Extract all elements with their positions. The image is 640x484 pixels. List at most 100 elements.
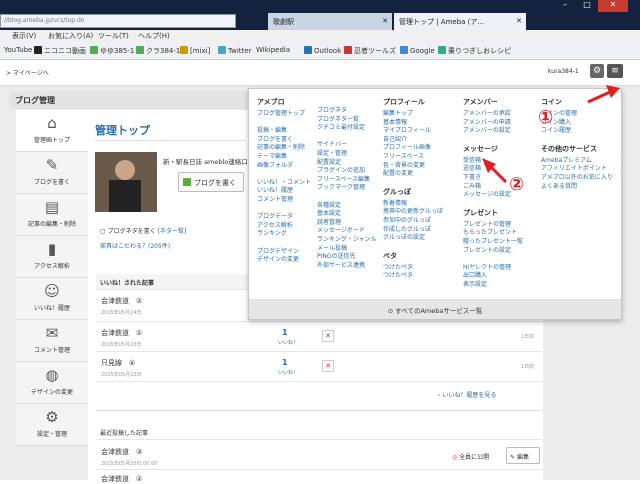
menu-link[interactable]: 携帯中の更新グルっぽ (383, 208, 443, 217)
liked-article-row[interactable]: 只見線 ④ 2015年05月22日 1 いいね！ ✕ 1日前 (96, 352, 542, 382)
menu-icon[interactable]: ≡ (607, 64, 623, 78)
sidebar-item-settings[interactable]: ⚙ 設定・管理 (16, 404, 88, 446)
close-icon[interactable]: ✕ (382, 17, 388, 25)
sidebar-item-top[interactable]: ⌂ 管理画トップ (16, 110, 88, 152)
bookmark-niconico[interactable]: ニコニコ動画 (34, 46, 86, 56)
menu-link[interactable]: プラグインの追加 (317, 167, 377, 176)
menu-link[interactable]: メッセージボード (317, 227, 377, 236)
menu-link[interactable]: 各種設定 (317, 202, 377, 211)
menu-link[interactable]: サイドバー (317, 141, 377, 150)
menu-link[interactable]: ブックマーク管理 (317, 184, 377, 193)
menu-link[interactable]: いいね！・コメント (257, 179, 311, 188)
bookmark-youtube[interactable]: YouTube (4, 46, 32, 54)
neta-list-link[interactable]: [ネタ一覧] (158, 228, 187, 235)
minimize-icon[interactable]: – (554, 0, 576, 12)
menu-link[interactable]: コメント管理 (257, 196, 311, 205)
menu-link[interactable]: ブログネタ一覧 (317, 116, 377, 125)
menu-tools[interactable]: ツール(T) (98, 31, 129, 41)
menu-link[interactable]: いいね！履歴 (257, 187, 311, 196)
bookmark-mixi[interactable]: [mixi] (180, 46, 210, 55)
menu-link[interactable]: ランキング (257, 230, 311, 239)
bookmark-google[interactable]: Google (400, 46, 435, 55)
bookmark-ninja[interactable]: 忍者ツールズ (344, 46, 396, 56)
breadcrumb[interactable]: > マイページへ (6, 68, 49, 77)
menu-link[interactable]: プログデザイン (257, 248, 311, 257)
arrow-2-shaft (488, 164, 508, 184)
menu-link[interactable]: PINGの送信先 (317, 253, 377, 262)
bookmark-yuyu[interactable]: ゆゆ385-1 (90, 46, 134, 56)
menu-link[interactable]: プログデータ (257, 213, 311, 222)
divider (96, 410, 542, 411)
menu-link[interactable]: マイプロフィール (383, 127, 443, 136)
menu-link[interactable]: デザインの変更 (257, 256, 311, 265)
browser-tab-1[interactable]: 歌劇駅 ✕ (268, 13, 392, 30)
window-close-icon[interactable]: ✕ (598, 0, 628, 12)
menu-link[interactable]: グルっぽの設定 (383, 234, 443, 243)
menu-spacer (257, 170, 311, 179)
profile-photo[interactable] (95, 152, 157, 212)
settings-gear-icon[interactable]: ⚙ (590, 64, 604, 78)
menu-link[interactable]: 表示設定 (463, 281, 523, 290)
menu-spacer (257, 205, 311, 214)
sidebar-item-label: コメント管理 (33, 347, 70, 354)
menu-link[interactable]: テーマ編集 (257, 153, 311, 162)
menu-link[interactable]: もらったプレゼント (463, 229, 523, 238)
bookmark-norikae[interactable]: 乗りつぎしおレシピ (438, 46, 511, 56)
sidebar-item-likes[interactable]: ☺ いいね！履歴 (16, 278, 88, 320)
close-icon[interactable]: ✕ (516, 17, 522, 25)
menu-link[interactable]: つけたペタ (383, 272, 443, 281)
liked-article-row[interactable]: 会津鉄道 ① 2015年05月23日 1 いいね！ ✕ 1日前 (96, 322, 542, 352)
menu-link[interactable]: 外部サービス連携 (317, 262, 377, 271)
all-services-link[interactable]: ⊙ すべてのAmebaサービス一覧 (249, 299, 621, 319)
menu-link[interactable]: 配置の変更 (383, 170, 443, 179)
menu-link[interactable]: 配置設定 (317, 159, 377, 168)
edit-button[interactable]: ✎ 編集 (506, 447, 540, 464)
menu-link[interactable]: メール投稿 (317, 245, 377, 254)
menu-link[interactable]: 色・背景の変更 (383, 162, 443, 171)
address-bar[interactable]: //blog.ameba.jp/ucs/top.do (0, 14, 236, 28)
neta-question-link[interactable]: 家具はこだわる？(205件) (100, 241, 170, 250)
bookmark-kura[interactable]: クラ384-1 (136, 46, 180, 56)
sidebar-item-design[interactable]: ◍ デザインの変更 (16, 362, 88, 404)
maximize-icon[interactable]: □ (576, 0, 598, 12)
menu-view[interactable]: 表示(V) (12, 31, 36, 41)
sidebar-item-analytics[interactable]: ▮ アクセス解析 (16, 236, 88, 278)
menu-link[interactable]: 投稿・編集 (257, 127, 311, 136)
menu-link[interactable]: 編集トップ (383, 110, 443, 119)
bookmark-outlook[interactable]: Outlook (304, 46, 341, 55)
menu-link[interactable]: ブログ管理トップ (257, 110, 311, 119)
liked-history-link[interactable]: › いいね！履歴を見る (438, 390, 496, 399)
menu-link[interactable]: 贈ったプレゼント一覧 (463, 238, 523, 247)
sidebar-item-edit[interactable]: ▤ 記事の編集・削除 (16, 194, 88, 236)
like-count: 1 (282, 328, 288, 337)
menu-link[interactable]: フリースペース (383, 153, 443, 162)
menu-link[interactable]: 出口購入 (463, 272, 523, 281)
bookmark-label: Google (410, 47, 435, 55)
article-time: 1日前 (521, 364, 535, 370)
browser-tab-2[interactable]: 管理トップ | Ameba (ア... ✕ (394, 13, 526, 30)
menu-link[interactable]: 基本設定 (317, 210, 377, 219)
sidebar-item-write[interactable]: ✎ ブログを書く (16, 152, 88, 194)
menu-favorites[interactable]: お気に入り(A) (48, 31, 93, 41)
menu-link[interactable]: 記事の編集・削除 (257, 144, 311, 153)
menu-help[interactable]: ヘルプ(H) (138, 31, 170, 41)
menu-link[interactable]: 基本情報 (383, 119, 443, 128)
article-title[interactable]: 会津鉄道 ② (101, 474, 142, 484)
write-blog-button[interactable]: ブログを書く (178, 172, 244, 192)
menu-link[interactable]: 作成したグルっぽ (383, 226, 443, 235)
user-name[interactable]: kura384-1 (548, 68, 579, 75)
menu-link[interactable]: ブログネタ (317, 107, 377, 116)
menu-link[interactable]: 設定・管理 (317, 150, 377, 159)
menu-link[interactable]: 参加中のグルっぽ (383, 217, 443, 226)
bookmark-twitter[interactable]: Twitter (218, 46, 251, 55)
menu-link[interactable]: 画像フォルダ (257, 162, 311, 171)
article-num: ④ (129, 359, 136, 367)
recent-article-row[interactable]: 会津鉄道 ③ 2015年05月25日 00:00 ◎ 全員に公開 ✎ 編集 (96, 444, 542, 470)
menu-link[interactable]: プレゼントの設定 (463, 247, 523, 256)
bookmark-label: 乗りつぎしおレシピ (448, 47, 512, 55)
sidebar-item-comments[interactable]: ✉ コメント管理 (16, 320, 88, 362)
menu-link[interactable]: プロフィール画像 (383, 144, 443, 153)
menu-link[interactable]: クチコミ最付設定 (317, 124, 377, 133)
menu-link[interactable]: ランキング・ジャンル (317, 236, 377, 245)
bookmark-wikipedia[interactable]: Wikipedia (256, 46, 290, 54)
